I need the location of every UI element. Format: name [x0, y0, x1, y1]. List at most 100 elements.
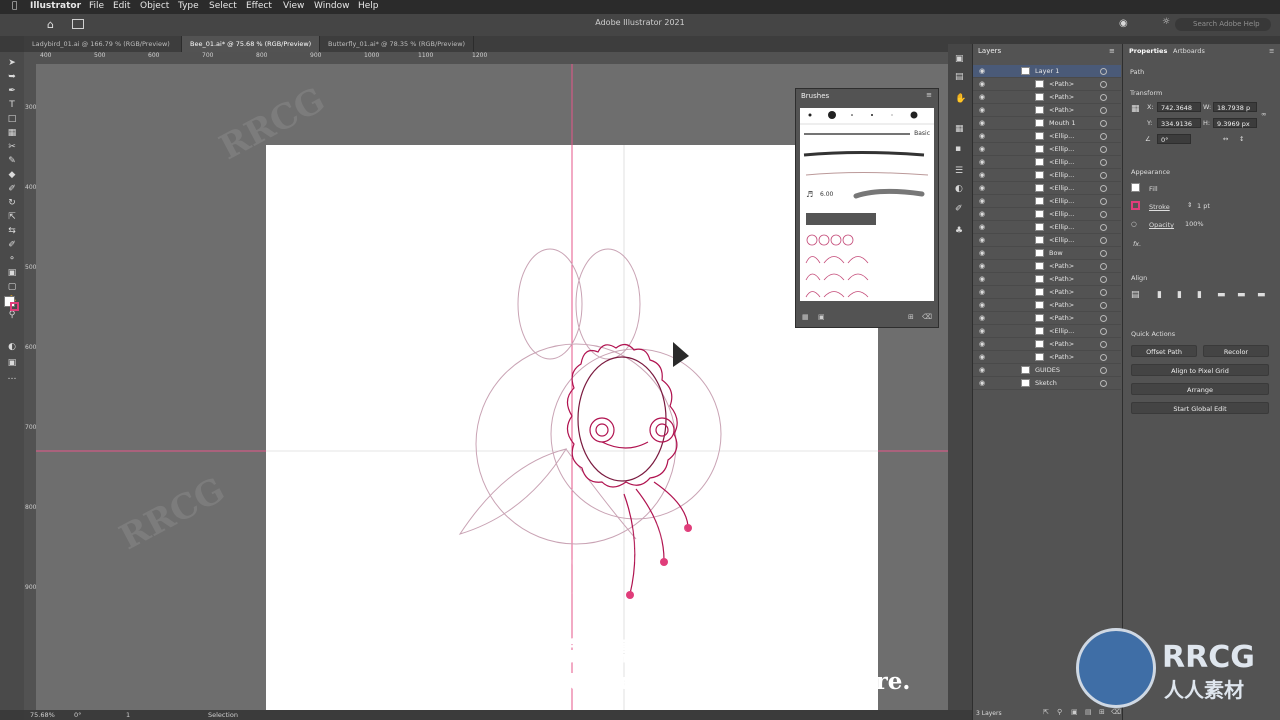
layer-name[interactable]: <Path> — [1049, 353, 1074, 361]
layer-name[interactable]: <Ellip... — [1049, 210, 1074, 218]
hand-icon[interactable]: ✋ — [955, 94, 966, 104]
layer-name[interactable]: <Ellip... — [1049, 145, 1074, 153]
properties-menu-icon[interactable]: ≡ — [1269, 47, 1274, 55]
tab-ladybird[interactable]: Ladybird_01.ai @ 166.79 % (RGB/Preview) — [24, 36, 182, 52]
visibility-eye-icon[interactable]: ◉ — [979, 314, 985, 322]
layer-name[interactable]: Layer 1 — [1035, 67, 1059, 75]
reference-point-icon[interactable]: ▦ — [1131, 104, 1140, 114]
x-field[interactable]: 742.3648 — [1157, 102, 1201, 112]
arrange-button[interactable]: Arrange — [1131, 383, 1269, 395]
layer-row[interactable]: ◉ <Path> — [973, 273, 1121, 286]
visibility-eye-icon[interactable]: ◉ — [979, 119, 985, 127]
opacity-value[interactable]: 100% — [1185, 220, 1204, 228]
delete-brush-icon[interactable]: ⌫ — [922, 313, 932, 321]
layer-name[interactable]: <Ellip... — [1049, 197, 1074, 205]
layer-row[interactable]: ◉ <Path> — [973, 312, 1121, 325]
apple-icon[interactable]:  — [12, 1, 17, 11]
target-circle-icon[interactable] — [1100, 198, 1107, 205]
layer-name[interactable]: <Ellip... — [1049, 158, 1074, 166]
rotate-tool-icon[interactable]: ↻ — [6, 198, 18, 208]
eyedropper-tool-icon[interactable]: ✐ — [6, 240, 18, 250]
type-tool-icon[interactable]: T — [6, 100, 18, 110]
more-tools-icon[interactable]: … — [6, 372, 18, 382]
new-sublayer-icon[interactable]: ▤ — [1085, 708, 1092, 716]
layer-row[interactable]: ◉ <Path> — [973, 299, 1121, 312]
brush-libraries-icon[interactable]: ▦ — [802, 313, 809, 321]
visibility-eye-icon[interactable]: ◉ — [979, 210, 985, 218]
stroke-icon[interactable]: ☰ — [955, 166, 963, 176]
rotate-view-angle[interactable]: 0° — [74, 711, 81, 719]
rotate-field[interactable]: 0° — [1157, 134, 1191, 144]
align-right-icon[interactable]: ▮ — [1197, 290, 1202, 300]
visibility-eye-icon[interactable]: ◉ — [979, 184, 985, 192]
zoom-level[interactable]: 75.68% — [30, 711, 55, 719]
document-icon[interactable]: ▣ — [955, 54, 964, 64]
layer-name[interactable]: <Path> — [1049, 301, 1074, 309]
brush-tool-icon[interactable]: ✐ — [6, 184, 18, 194]
target-circle-icon[interactable] — [1100, 341, 1107, 348]
fill-swatch-icon[interactable] — [1131, 183, 1140, 192]
align-middle-icon[interactable]: ▬ — [1237, 290, 1246, 300]
layer-name[interactable]: <Path> — [1049, 275, 1074, 283]
offset-path-button[interactable]: Offset Path — [1131, 345, 1197, 357]
layers-menu-icon[interactable]: ≡ — [1109, 47, 1115, 55]
visibility-eye-icon[interactable]: ◉ — [979, 327, 985, 335]
visibility-eye-icon[interactable]: ◉ — [979, 223, 985, 231]
menu-type[interactable]: Type — [178, 1, 199, 11]
shape-builder-tool-icon[interactable]: ◆ — [6, 170, 18, 180]
layer-row[interactable]: ◉ <Path> — [973, 104, 1121, 117]
pen-tool-icon[interactable]: ✒ — [6, 86, 18, 96]
layer-name[interactable]: <Ellip... — [1049, 171, 1074, 179]
w-field[interactable]: 18.7938 p — [1213, 102, 1257, 112]
layer-row[interactable]: ◉ <Ellip... — [973, 208, 1121, 221]
start-global-edit-button[interactable]: Start Global Edit — [1131, 402, 1269, 414]
layer-row[interactable]: ◉ <Path> — [973, 260, 1121, 273]
layer-name[interactable]: <Ellip... — [1049, 223, 1074, 231]
artboard-number[interactable]: 1 — [126, 711, 130, 719]
layer-row[interactable]: ◉ <Ellip... — [973, 221, 1121, 234]
stroke-swatch-icon[interactable] — [1131, 201, 1140, 210]
visibility-eye-icon[interactable]: ◉ — [979, 145, 985, 153]
brushes-panel[interactable]: Brushes ≡ Basic ♬ 6.00 ▦ ▣ ⊞ ⌫ — [795, 88, 939, 328]
app-menu[interactable]: Illustrator — [30, 1, 81, 11]
target-circle-icon[interactable] — [1100, 133, 1107, 140]
pathfinder-icon[interactable]: ▪ — [955, 144, 961, 154]
layer-row[interactable]: ◉ Bow — [973, 247, 1121, 260]
layer-row[interactable]: ◉ <Ellip... — [973, 143, 1121, 156]
tab-properties[interactable]: Properties — [1129, 47, 1167, 55]
menu-object[interactable]: Object — [140, 1, 169, 11]
new-layer-icon[interactable]: ⊞ — [1099, 708, 1105, 716]
layer-name[interactable]: <Path> — [1049, 314, 1074, 322]
target-circle-icon[interactable] — [1100, 302, 1107, 309]
visibility-eye-icon[interactable]: ◉ — [979, 132, 985, 140]
image-icon[interactable]: ▤ — [955, 72, 964, 82]
brushes-icon[interactable]: ✐ — [955, 204, 963, 214]
layer-name[interactable]: GUIDES — [1035, 366, 1060, 374]
layer-name[interactable]: Mouth 1 — [1049, 119, 1076, 127]
screen-mode-icon[interactable]: ▣ — [6, 358, 18, 368]
visibility-eye-icon[interactable]: ◉ — [979, 80, 985, 88]
artboard-tool-icon[interactable]: ▢ — [6, 282, 18, 292]
visibility-eye-icon[interactable]: ◉ — [979, 379, 985, 387]
layer-row[interactable]: ◉ <Ellip... — [973, 325, 1121, 338]
add-brush-icon[interactable]: ⊞ — [908, 313, 914, 321]
layer-row[interactable]: ◉ <Ellip... — [973, 234, 1121, 247]
layer-name[interactable]: <Ellip... — [1049, 184, 1074, 192]
visibility-eye-icon[interactable]: ◉ — [979, 275, 985, 283]
visibility-eye-icon[interactable]: ◉ — [979, 171, 985, 179]
tab-butterfly[interactable]: Butterfly_01.ai* @ 78.35 % (RGB/Preview) — [320, 36, 474, 52]
target-circle-icon[interactable] — [1100, 185, 1107, 192]
layer-row[interactable]: ◉ <Ellip... — [973, 169, 1121, 182]
target-circle-icon[interactable] — [1100, 159, 1107, 166]
visibility-eye-icon[interactable]: ◉ — [979, 249, 985, 257]
visibility-eye-icon[interactable]: ◉ — [979, 301, 985, 309]
layer-row[interactable]: ◉ <Path> — [973, 351, 1121, 364]
target-circle-icon[interactable] — [1100, 120, 1107, 127]
width-tool-icon[interactable]: ⇆ — [6, 226, 18, 236]
target-circle-icon[interactable] — [1100, 237, 1107, 244]
layer-row[interactable]: ◉ <Ellip... — [973, 182, 1121, 195]
target-circle-icon[interactable] — [1100, 250, 1107, 257]
transparency-icon[interactable]: ◐ — [955, 184, 963, 194]
locate-object-icon[interactable]: ⚲ — [1057, 708, 1062, 716]
menu-window[interactable]: Window — [314, 1, 350, 11]
